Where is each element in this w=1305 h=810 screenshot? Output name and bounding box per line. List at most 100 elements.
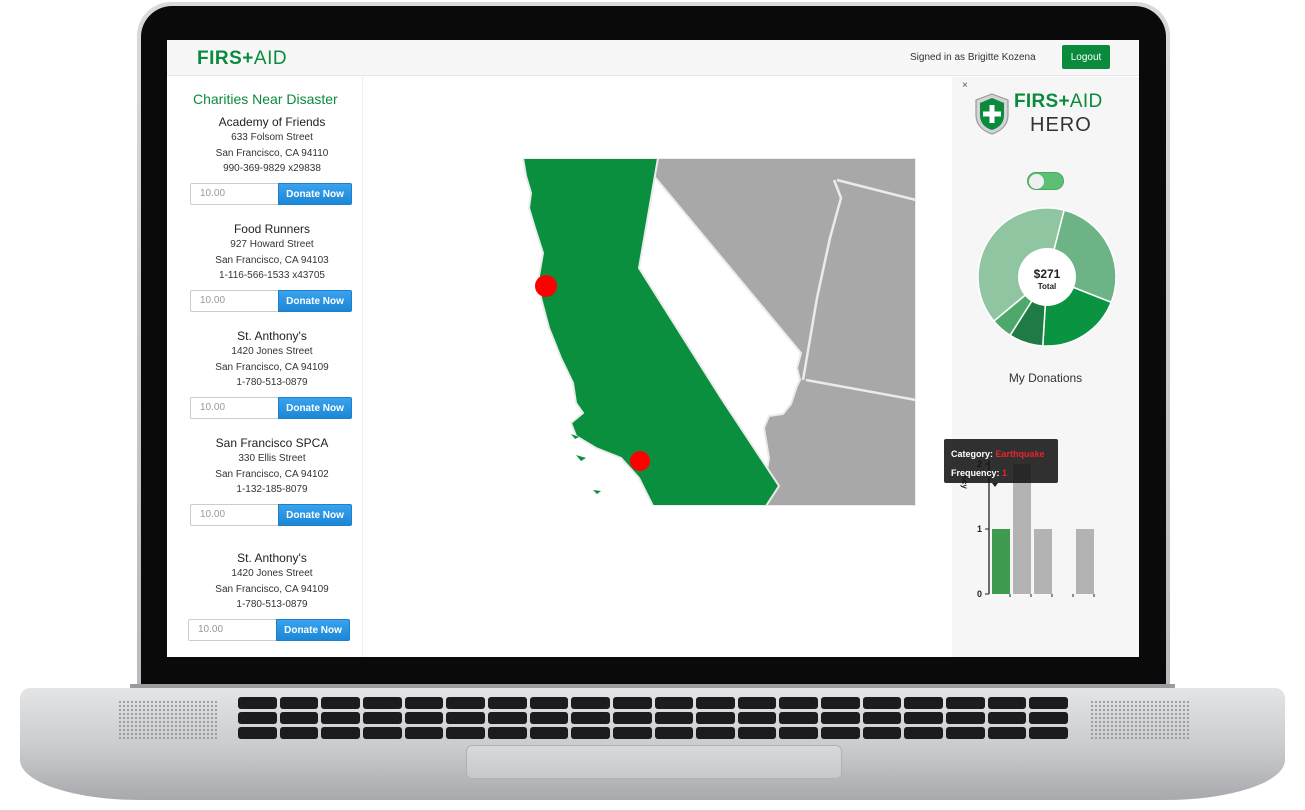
charities-panel: Charities Near Disaster Academy of Frien… <box>167 77 363 657</box>
signed-in-text: Signed in as Brigitte Kozena <box>910 52 1036 63</box>
keyboard-key <box>779 712 819 724</box>
hero-brand-plus: + <box>1058 91 1070 112</box>
tooltip-arrow <box>992 483 998 487</box>
keyboard-key <box>904 697 944 709</box>
map-disaster-marker[interactable] <box>535 275 557 297</box>
keyboard-key <box>362 712 402 724</box>
charity-name: San Francisco SPCA <box>215 436 329 450</box>
charity-card: St. Anthony's 1420 Jones Street San Fran… <box>187 329 357 391</box>
keyboard-key <box>279 727 319 739</box>
keyboard-key <box>487 712 527 724</box>
keyboard-key <box>446 727 485 739</box>
charity-name: Food Runners <box>233 222 311 236</box>
left-speaker-grille <box>118 700 218 740</box>
donation-amount-input[interactable]: 10.00 <box>190 504 278 526</box>
keyboard <box>238 697 1068 739</box>
keyboard-key <box>779 727 819 739</box>
charity-phone: 1-780-513-0879 <box>236 599 308 610</box>
keyboard-key <box>571 712 610 724</box>
hero-brand-rest: AID <box>1069 91 1103 112</box>
hero-panel: × FIRS+AID HERO $271 Total My Donations … <box>944 77 1139 657</box>
chart-tooltip: Category: Earthquake Frequency: 1 <box>944 439 1058 483</box>
charity-phone: 1-116-566-1533 x43705 <box>218 270 325 281</box>
donation-amount-input[interactable]: 10.00 <box>190 397 278 419</box>
keyboard-key <box>821 712 860 724</box>
donate-row: 10.00 Donate Now <box>190 183 354 205</box>
keyboard-key <box>904 712 944 724</box>
keyboard-key <box>279 697 319 709</box>
donate-row: 10.00 Donate Now <box>190 504 354 526</box>
hero-brand-bold: FIRS <box>1014 91 1059 112</box>
y-axis-tick-label: 1 <box>977 524 982 534</box>
donation-amount-input[interactable]: 10.00 <box>190 183 278 205</box>
donation-amount-input[interactable]: 10.00 <box>190 290 278 312</box>
tooltip-category-label: Category: <box>951 449 994 459</box>
keyboard-key <box>862 712 902 724</box>
keyboard-key <box>779 697 819 709</box>
brand-logo[interactable]: FIRS+AID <box>197 48 287 70</box>
charity-name: Academy of Friends <box>218 115 326 129</box>
logout-button[interactable]: Logout <box>1062 45 1110 69</box>
keyboard-key <box>821 697 860 709</box>
bar[interactable] <box>1076 529 1094 594</box>
right-speaker-grille <box>1090 700 1190 740</box>
charity-card: San Francisco SPCA 330 Ellis Street San … <box>187 436 357 498</box>
keyboard-key <box>862 697 902 709</box>
donate-now-button[interactable]: Donate Now <box>278 290 352 312</box>
my-donations-title: My Donations <box>1008 371 1083 385</box>
keyboard-key <box>529 712 569 724</box>
charity-name: St. Anthony's <box>237 329 307 343</box>
hero-toggle-switch[interactable] <box>1027 172 1064 190</box>
charity-phone: 1-780-513-0879 <box>236 377 308 388</box>
bar[interactable] <box>992 529 1010 594</box>
keyboard-key <box>404 697 444 709</box>
brand-logo-plus: + <box>242 48 254 69</box>
keyboard-key <box>571 697 610 709</box>
keyboard-key <box>529 697 569 709</box>
donate-now-button[interactable]: Donate Now <box>278 504 352 526</box>
map-disaster-marker[interactable] <box>630 451 650 471</box>
keyboard-key <box>946 727 985 739</box>
donut-total-label: Total <box>1038 282 1057 291</box>
donate-now-button[interactable]: Donate Now <box>276 619 350 641</box>
donate-row: 10.00 Donate Now <box>190 397 354 419</box>
keyboard-key <box>987 712 1027 724</box>
charity-street: 633 Folsom Street <box>231 132 313 143</box>
keyboard-key <box>446 697 485 709</box>
keyboard-key <box>321 712 360 724</box>
toggle-knob <box>1029 174 1044 189</box>
keyboard-key <box>654 727 694 739</box>
keyboard-key <box>1029 727 1068 739</box>
charity-city: San Francisco, CA 94103 <box>215 254 329 266</box>
charity-card: Food Runners 927 Howard Street San Franc… <box>187 222 357 284</box>
bar[interactable] <box>1034 529 1052 594</box>
keyboard-key <box>238 727 277 739</box>
keyboard-key <box>987 697 1027 709</box>
keyboard-key <box>696 697 735 709</box>
tooltip-category-value: Earthquake <box>995 449 1045 459</box>
shield-plus-icon <box>975 93 1009 135</box>
top-navbar: FIRS+AID Signed in as Brigitte Kozena Lo… <box>167 40 1139 76</box>
charity-name: St. Anthony's <box>237 551 307 565</box>
keyboard-key <box>571 727 610 739</box>
donations-donut-chart[interactable]: $271 Total <box>977 207 1117 347</box>
keyboard-key <box>238 712 277 724</box>
charity-city: San Francisco, CA 94109 <box>215 583 329 595</box>
charity-street: 1420 Jones Street <box>231 346 313 357</box>
keyboard-key <box>654 697 694 709</box>
close-icon[interactable]: × <box>962 80 968 91</box>
keyboard-key <box>446 712 485 724</box>
keyboard-key <box>404 727 444 739</box>
donate-now-button[interactable]: Donate Now <box>278 183 352 205</box>
bar[interactable] <box>1013 464 1031 594</box>
keyboard-key <box>612 727 652 739</box>
donate-now-button[interactable]: Donate Now <box>278 397 352 419</box>
keyboard-key <box>279 712 319 724</box>
disaster-map[interactable] <box>521 158 916 506</box>
keyboard-key <box>362 727 402 739</box>
donate-row: 10.00 Donate Now <box>190 290 354 312</box>
charity-phone: 990-369-9829 x29838 <box>223 163 321 174</box>
charity-street: 927 Howard Street <box>230 239 314 250</box>
keyboard-key <box>612 697 652 709</box>
donation-amount-input[interactable]: 10.00 <box>188 619 276 641</box>
